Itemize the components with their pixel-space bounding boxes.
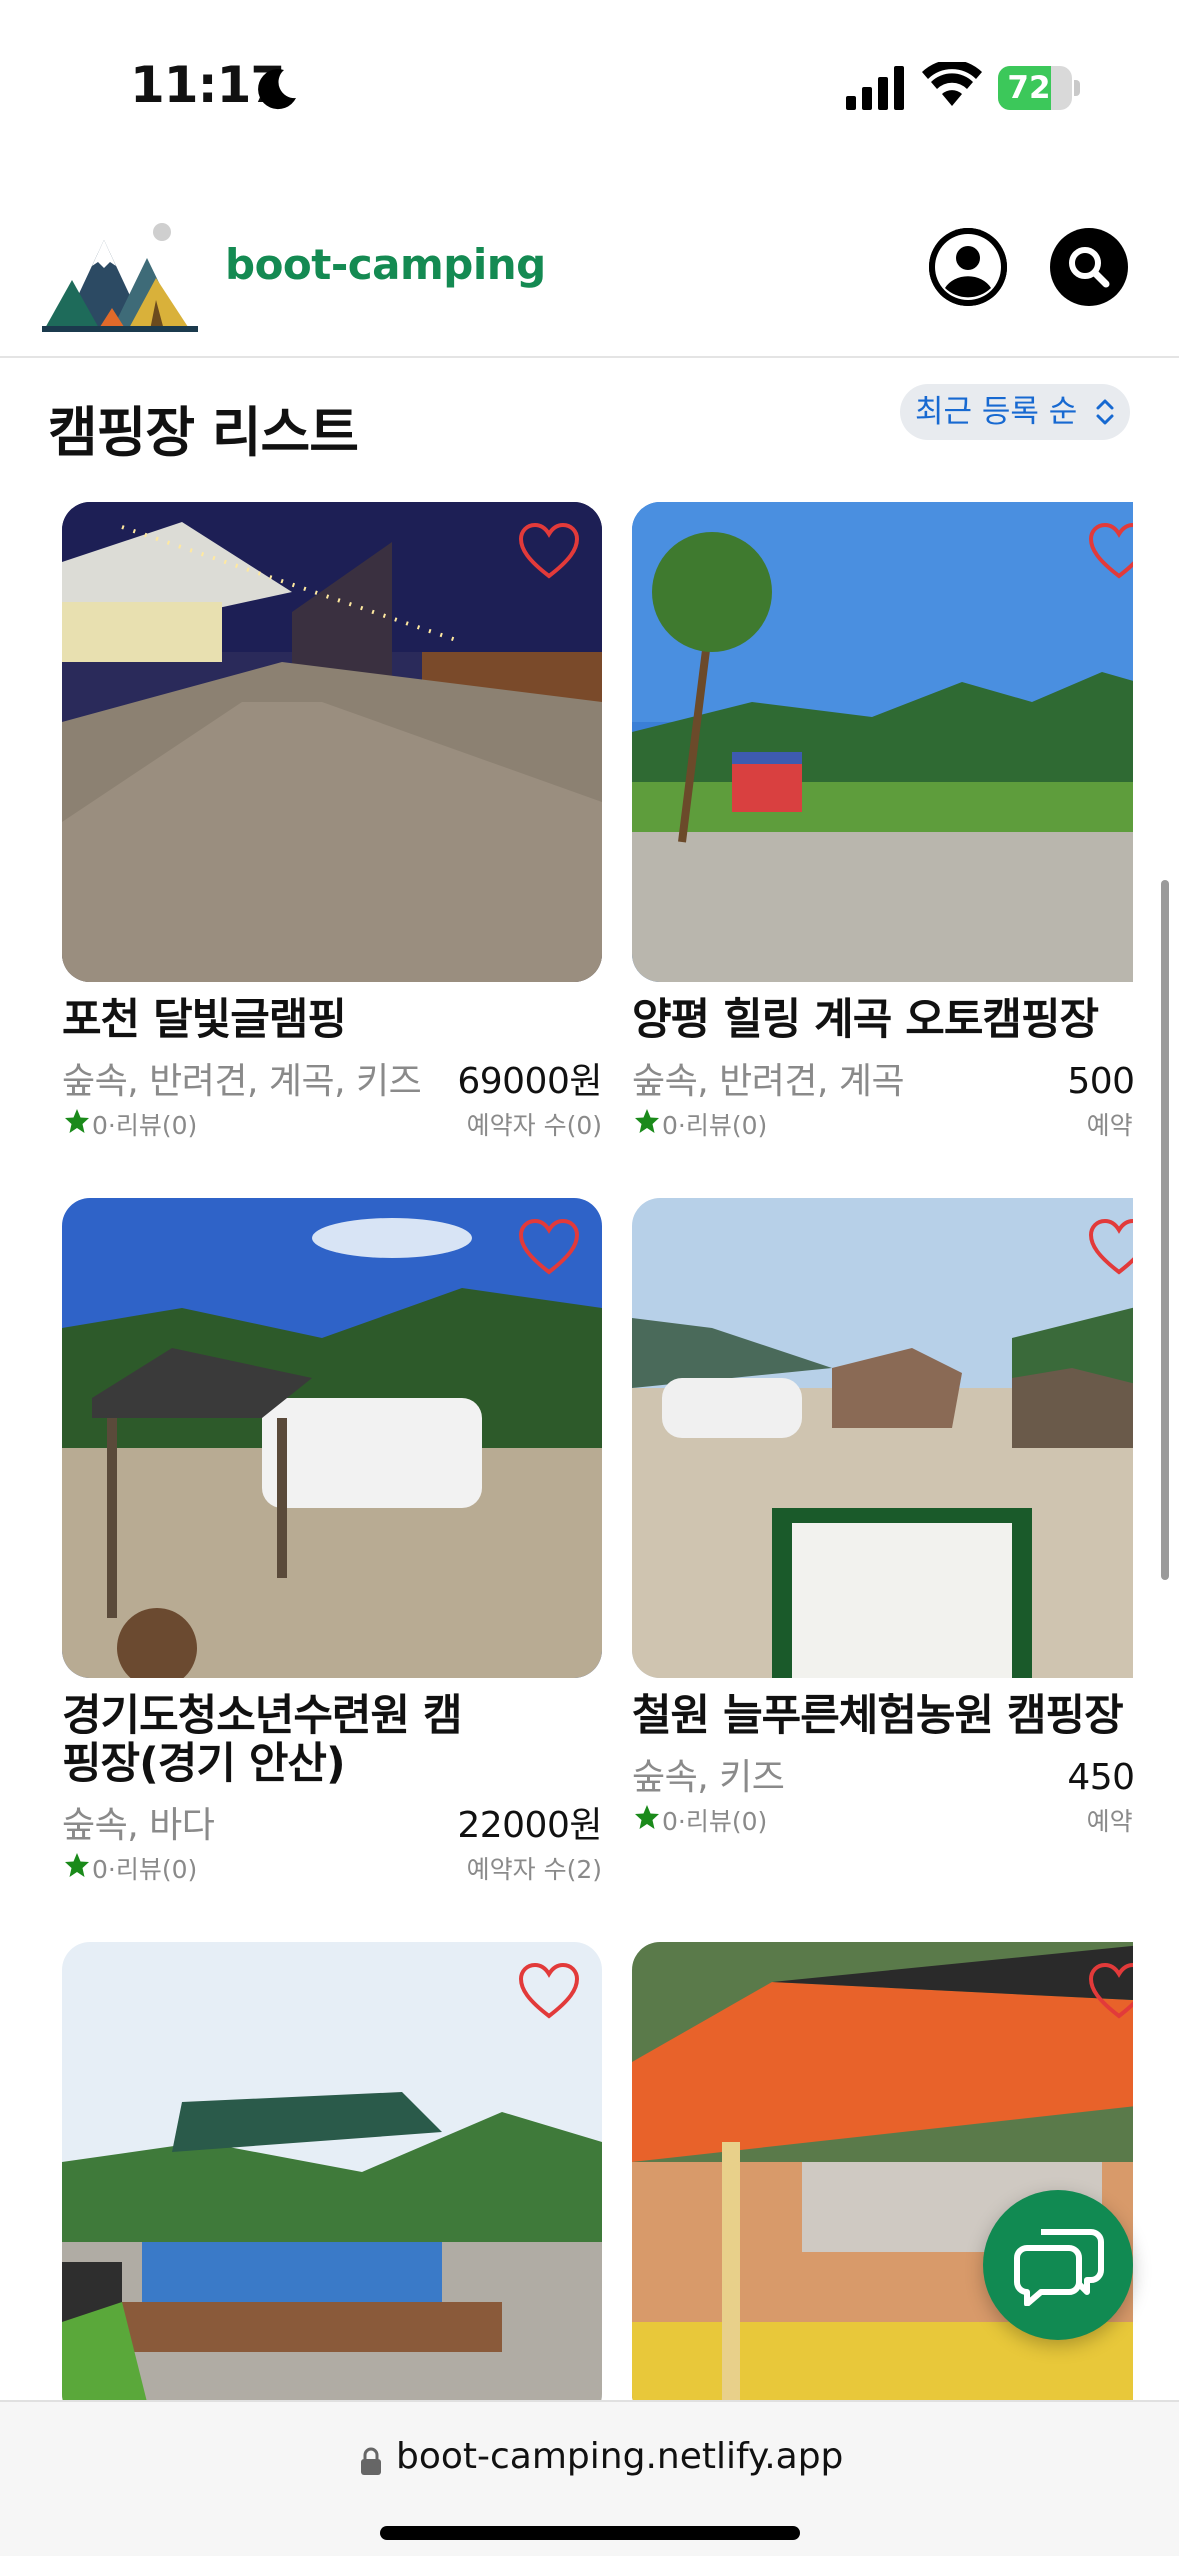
heart-icon[interactable]	[518, 1962, 580, 2020]
star-icon	[65, 1853, 89, 1877]
campsite-tags: 숲속, 반려견, 계곡, 키즈	[62, 1061, 422, 1102]
campsite-tags: 숲속, 키즈	[632, 1757, 785, 1798]
campsite-photo[interactable]	[632, 1198, 1133, 1678]
campsite-photo[interactable]	[632, 502, 1133, 982]
chat-button[interactable]	[983, 2190, 1133, 2340]
heart-icon[interactable]	[518, 1218, 580, 1276]
heart-icon[interactable]	[518, 522, 580, 580]
campsite-card[interactable]: 양평 힐링 계곡 오토캠핑장 숲속, 반려견, 계곡 50000원 0·리뷰(0…	[632, 502, 1133, 1142]
campsite-rating: 0·리뷰(0)	[662, 1807, 768, 1836]
star-icon	[635, 1109, 659, 1133]
campsite-name[interactable]: 철원 늘푸른체험농원 캠핑장	[632, 1692, 1133, 1740]
url-text[interactable]: boot-camping.netlify.app	[396, 2436, 843, 2477]
scrollbar[interactable]	[1161, 880, 1169, 1580]
reservation-count: 예약자 수(2)	[466, 1855, 602, 1884]
campsite-tags: 숲속, 바다	[62, 1805, 215, 1846]
campsite-card[interactable]: 철원 늘푸른체험농원 캠핑장 숲속, 키즈 45000원 0·리뷰(0) 예약자…	[632, 1198, 1133, 1838]
home-indicator[interactable]	[380, 2526, 800, 2540]
campsite-card[interactable]	[62, 1942, 602, 2400]
star-icon	[635, 1805, 659, 1829]
lock-icon	[361, 2447, 381, 2475]
heart-icon[interactable]	[1088, 1218, 1133, 1276]
browser-address-bar[interactable]: boot-camping.netlify.app	[0, 2400, 1179, 2556]
campsite-price: 50000원	[1067, 1061, 1133, 1102]
campsite-photo[interactable]	[62, 502, 602, 982]
campsite-price: 22000원	[457, 1805, 602, 1846]
campsite-photo[interactable]	[62, 1942, 602, 2400]
campsite-name[interactable]: 경기도청소년수련원 캠핑장(경기 안산)	[62, 1692, 482, 1788]
campsite-grid: 포천 달빛글램핑 숲속, 반려견, 계곡, 키즈 69000원 0·리뷰(0) …	[0, 0, 1133, 2400]
campsite-photo[interactable]	[62, 1198, 602, 1678]
campsite-name[interactable]: 양평 힐링 계곡 오토캠핑장	[632, 996, 1133, 1044]
campsite-name[interactable]: 포천 달빛글램핑	[62, 996, 602, 1044]
campsite-card[interactable]: 경기도청소년수련원 캠핑장(경기 안산) 숲속, 바다 22000원 0·리뷰(…	[62, 1198, 602, 1886]
campsite-rating: 0·리뷰(0)	[92, 1855, 198, 1884]
heart-icon[interactable]	[1088, 1962, 1133, 2020]
campsite-card[interactable]: 포천 달빛글램핑 숲속, 반려견, 계곡, 키즈 69000원 0·리뷰(0) …	[62, 502, 602, 1142]
reservation-count: 예약자 수(0)	[466, 1111, 602, 1140]
star-icon	[65, 1109, 89, 1133]
campsite-price: 45000원	[1067, 1757, 1133, 1798]
campsite-rating: 0·리뷰(0)	[662, 1111, 768, 1140]
heart-icon[interactable]	[1088, 522, 1133, 580]
campsite-rating: 0·리뷰(0)	[92, 1111, 198, 1140]
reservation-count: 예약자 수(0)	[1086, 1807, 1133, 1836]
campsite-tags: 숲속, 반려견, 계곡	[632, 1061, 905, 1102]
campsite-price: 69000원	[457, 1061, 602, 1102]
chat-bubbles-icon	[1014, 2229, 1104, 2306]
reservation-count: 예약자 수(0)	[1086, 1111, 1133, 1140]
